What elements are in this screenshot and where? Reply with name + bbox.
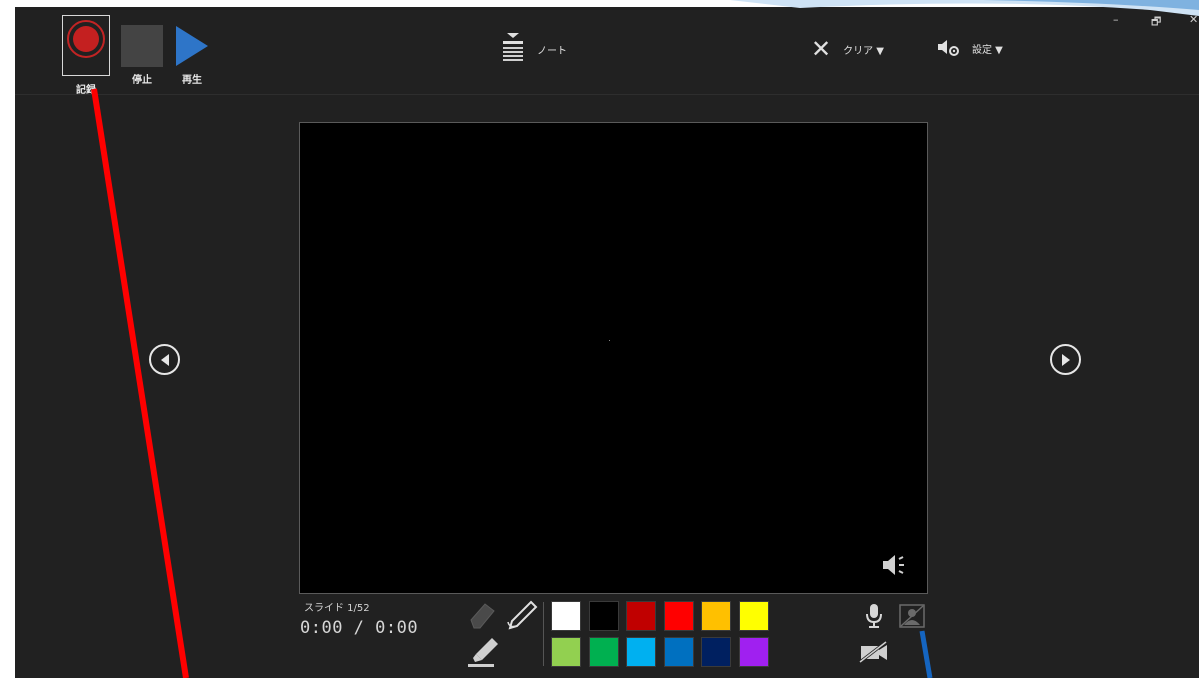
camera-off-icon[interactable] [858,640,890,664]
pen-color-swatch[interactable] [738,601,769,631]
slide-counter: スライド 1/52 [304,603,370,614]
record-icon [67,20,105,58]
notes-icon [503,33,523,61]
triangle-left-icon [160,353,169,366]
highlighter-icon[interactable] [468,636,502,668]
toolbar-separator [543,602,544,666]
restore-button[interactable]: 🗗 [1151,13,1161,32]
notes-label: ノート [537,45,567,57]
pen-color-swatch[interactable] [701,601,731,631]
next-slide-button[interactable] [1050,344,1081,375]
clear-button[interactable]: ✕ クリア ▼ [811,35,884,63]
recording-timer: 0:00 / 0:00 [300,618,419,638]
pen-icon[interactable] [505,600,539,632]
eraser-icon[interactable] [467,600,497,630]
pen-color-swatch[interactable] [663,637,694,667]
play-button[interactable]: 再生 [175,25,209,86]
slide-dot [609,340,610,341]
pen-color-swatch[interactable] [551,637,581,667]
pen-color-swatch[interactable] [738,637,769,667]
pen-color-swatch[interactable] [551,601,581,631]
record-label: 記録 [76,85,96,96]
slide-preview [299,122,928,594]
camera-preview-icon[interactable] [899,604,925,628]
pen-color-swatch[interactable] [626,637,656,667]
clear-label: クリア ▼ [843,45,884,57]
top-toolbar: 記録 停止 再生 ノート ✕ クリア ▼ 設定 ▼ – 🗗 ✕ [15,7,1199,96]
pen-color-swatch[interactable] [663,601,694,631]
slide-audio-icon[interactable] [882,553,912,577]
speaker-gear-icon [938,40,959,56]
stop-icon [121,25,163,67]
record-button[interactable]: 記録 [62,15,110,96]
close-button[interactable]: ✕ [1189,13,1198,26]
previous-slide-button[interactable] [149,344,180,375]
microphone-icon[interactable] [864,603,884,629]
pen-color-swatch[interactable] [588,637,619,667]
play-icon [176,26,208,66]
minimize-button[interactable]: – [1113,13,1119,26]
pen-color-swatch[interactable] [588,601,619,631]
settings-button[interactable]: 設定 ▼ [938,39,1003,57]
pen-color-swatch[interactable] [626,601,656,631]
settings-label: 設定 ▼ [972,44,1003,56]
stop-label: 停止 [132,75,152,86]
clear-x-icon: ✕ [811,35,832,63]
play-label: 再生 [182,75,202,86]
notes-button[interactable]: ノート [503,32,567,66]
triangle-right-icon [1061,353,1070,366]
stop-button[interactable]: 停止 [121,25,163,86]
record-button-frame [62,15,110,76]
pen-color-swatch[interactable] [701,637,731,667]
